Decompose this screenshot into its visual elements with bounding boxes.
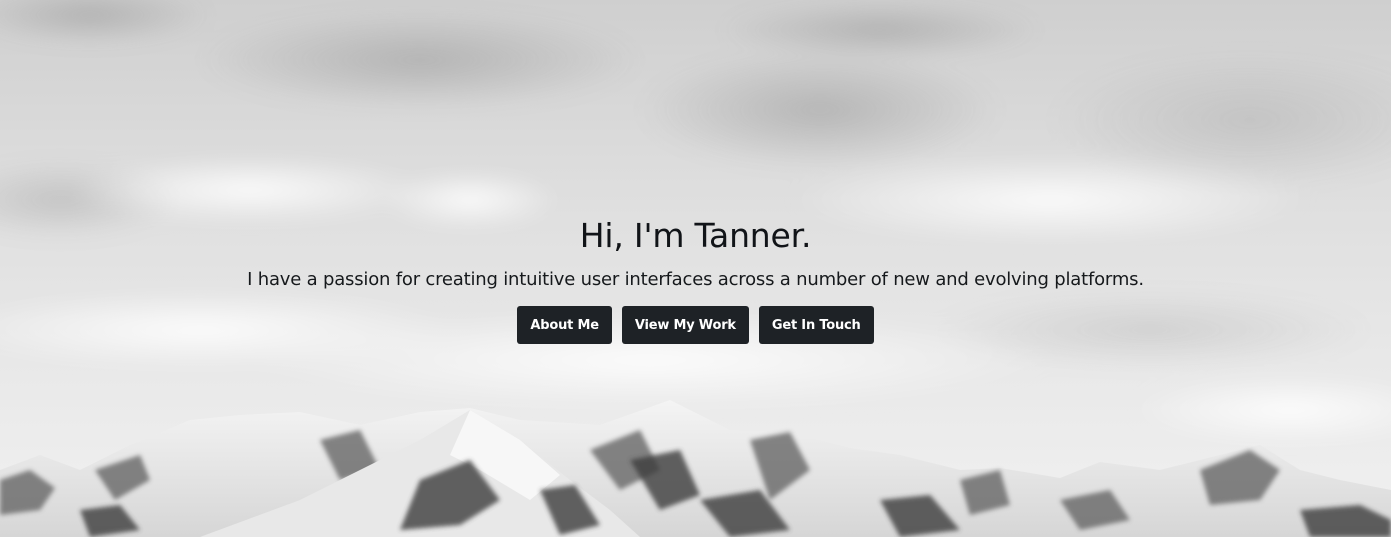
hero-actions: About Me View My Work Get In Touch xyxy=(0,306,1391,344)
view-my-work-button[interactable]: View My Work xyxy=(621,306,749,344)
get-in-touch-button[interactable]: Get In Touch xyxy=(758,306,874,344)
hero-tagline: I have a passion for creating intuitive … xyxy=(247,269,1144,290)
hero-section: Hi, I'm Tanner. I have a passion for cre… xyxy=(0,0,1391,537)
hero-title: Hi, I'm Tanner. xyxy=(579,216,812,255)
hero-content: Hi, I'm Tanner. I have a passion for cre… xyxy=(0,208,1391,344)
about-me-button[interactable]: About Me xyxy=(517,306,612,344)
